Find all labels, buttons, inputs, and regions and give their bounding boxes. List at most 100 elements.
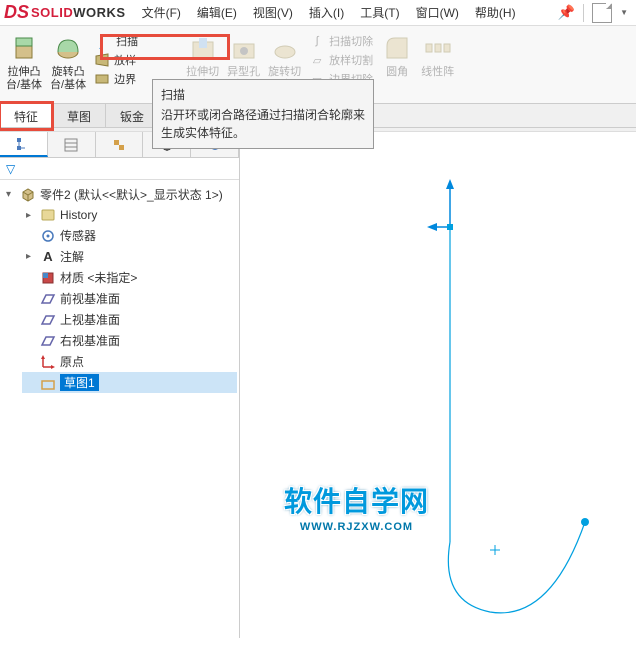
panel-tab-config[interactable] bbox=[96, 132, 144, 157]
boundary-icon bbox=[94, 71, 110, 87]
origin-triad bbox=[427, 179, 454, 231]
tree-front-plane[interactable]: ▸ 前视基准面 bbox=[22, 288, 237, 309]
history-label: History bbox=[60, 208, 97, 222]
toggle-icon[interactable]: ▸ bbox=[26, 210, 36, 221]
logo-works: WORKS bbox=[73, 5, 125, 20]
main-area: ▽ ▾ 零件2 (默认<<默认>_显示状态 1>) ▸ History bbox=[0, 132, 636, 638]
cut-loft-label: 放样切割 bbox=[329, 52, 373, 68]
origin-icon bbox=[40, 354, 56, 370]
feature-tree-panel: ▽ ▾ 零件2 (默认<<默认>_显示状态 1>) ▸ History bbox=[0, 132, 240, 638]
app-logo: DS SOLIDWORKS bbox=[4, 2, 126, 23]
menu-file[interactable]: 文件(F) bbox=[136, 1, 187, 24]
tree-origin[interactable]: ▸ 原点 bbox=[22, 351, 237, 372]
history-icon bbox=[40, 207, 56, 223]
hole-icon bbox=[228, 32, 260, 64]
menu-view[interactable]: 视图(V) bbox=[247, 1, 299, 24]
material-label: 材质 <未指定> bbox=[60, 269, 137, 286]
feature-tree: ▾ 零件2 (默认<<默认>_显示状态 1>) ▸ History ▸ bbox=[0, 180, 239, 638]
cut-sweep-button[interactable]: ∫ 扫描切除 bbox=[305, 32, 377, 50]
menubar-right: 📌 ▼ bbox=[558, 3, 632, 23]
watermark: 软件自学网 WWW.RJZXW.COM bbox=[284, 480, 429, 533]
tree-sketch1[interactable]: ▸ 草图1 bbox=[22, 372, 237, 393]
logo-solid: SOLID bbox=[31, 5, 73, 20]
revolve-cut-icon bbox=[269, 32, 301, 64]
linear-pattern-button[interactable]: 线性阵 bbox=[417, 30, 458, 103]
boundary-label: 边界 bbox=[114, 71, 136, 87]
material-icon bbox=[40, 270, 56, 286]
origin-label: 原点 bbox=[60, 353, 84, 370]
annotations-icon: A bbox=[40, 249, 56, 265]
tree-right-plane[interactable]: ▸ 右视基准面 bbox=[22, 330, 237, 351]
watermark-url: WWW.RJZXW.COM bbox=[284, 521, 429, 533]
linear-pattern-icon bbox=[422, 32, 454, 64]
sweep-tooltip: 扫描 沿开环或闭合路径通过扫描闭合轮廓来生成实体特征。 bbox=[152, 79, 374, 149]
extrude-cut-icon bbox=[187, 32, 219, 64]
menu-edit[interactable]: 编辑(E) bbox=[191, 1, 243, 24]
revolve-icon bbox=[52, 32, 84, 64]
front-plane-label: 前视基准面 bbox=[60, 290, 120, 307]
tab-sketch[interactable]: 草图 bbox=[53, 104, 106, 127]
loft-label: 放样 bbox=[114, 52, 136, 68]
tree-material[interactable]: ▸ 材质 <未指定> bbox=[22, 267, 237, 288]
menu-tools[interactable]: 工具(T) bbox=[354, 1, 405, 24]
pin-icon[interactable]: 📌 bbox=[558, 4, 575, 21]
cut-sweep-icon: ∫ bbox=[309, 33, 325, 49]
plane-icon bbox=[40, 333, 56, 349]
sweep-label: 扫描 bbox=[116, 33, 138, 49]
tree-sensors[interactable]: ▸ 传感器 bbox=[22, 225, 237, 246]
panel-tab-tree[interactable] bbox=[0, 132, 48, 157]
extrude-label: 拉伸凸 台/基体 bbox=[6, 66, 42, 92]
sketch1-label: 草图1 bbox=[60, 374, 99, 391]
fillet-icon bbox=[381, 32, 413, 64]
dropdown-arrow-icon[interactable]: ▼ bbox=[620, 8, 628, 17]
sweep-button[interactable]: ∫ 扫描 bbox=[90, 32, 142, 50]
tree-history[interactable]: ▸ History bbox=[22, 205, 237, 225]
loft-icon bbox=[94, 52, 110, 68]
sensors-icon bbox=[40, 228, 56, 244]
menu-insert[interactable]: 插入(I) bbox=[303, 1, 350, 24]
loft-button[interactable]: 放样 bbox=[90, 51, 142, 69]
panel-tab-property[interactable] bbox=[48, 132, 96, 157]
menu-window[interactable]: 窗口(W) bbox=[410, 1, 465, 24]
fillet-button[interactable]: 圆角 bbox=[377, 30, 417, 103]
boundary-button[interactable]: 边界 bbox=[90, 70, 142, 88]
annotations-label: 注解 bbox=[60, 248, 84, 265]
tree-top-plane[interactable]: ▸ 上视基准面 bbox=[22, 309, 237, 330]
cut-sweep-label: 扫描切除 bbox=[329, 33, 373, 49]
plane-icon bbox=[40, 312, 56, 328]
menu-help[interactable]: 帮助(H) bbox=[469, 1, 522, 24]
sketch-geometry bbox=[240, 132, 636, 638]
right-plane-label: 右视基准面 bbox=[60, 332, 120, 349]
tab-feature[interactable]: 特征 bbox=[0, 104, 53, 127]
watermark-cn: 软件自学网 bbox=[284, 480, 429, 520]
menubar: DS SOLIDWORKS 文件(F) 编辑(E) 视图(V) 插入(I) 工具… bbox=[0, 0, 636, 26]
new-document-icon[interactable] bbox=[592, 3, 612, 23]
sweep-icon: ∫ bbox=[94, 33, 110, 49]
revolve-label: 旋转凸 台/基体 bbox=[50, 66, 86, 92]
ribbon-toolbar: 拉伸凸 台/基体 旋转凸 台/基体 ∫ 扫描 放样 边界 拉伸 bbox=[0, 26, 636, 104]
logo-ds-icon: DS bbox=[4, 2, 29, 23]
sensors-label: 传感器 bbox=[60, 227, 96, 244]
menu-items: 文件(F) 编辑(E) 视图(V) 插入(I) 工具(T) 窗口(W) 帮助(H… bbox=[136, 1, 522, 24]
tree-root[interactable]: ▾ 零件2 (默认<<默认>_显示状态 1>) bbox=[2, 184, 237, 205]
plane-icon bbox=[40, 291, 56, 307]
tooltip-description: 沿开环或闭合路径通过扫描闭合轮廓来生成实体特征。 bbox=[161, 106, 365, 142]
linear-pattern-label: 线性阵 bbox=[421, 66, 454, 79]
tree-toggle-icon[interactable]: ▾ bbox=[6, 189, 16, 200]
filter-row: ▽ bbox=[0, 158, 239, 180]
tooltip-title: 扫描 bbox=[161, 86, 365, 104]
toggle-icon[interactable]: ▸ bbox=[26, 251, 36, 262]
cut-loft-button[interactable]: ▱ 放样切割 bbox=[305, 51, 377, 69]
cut-loft-icon: ▱ bbox=[309, 52, 325, 68]
funnel-icon[interactable]: ▽ bbox=[6, 162, 15, 176]
extrude-icon bbox=[8, 32, 40, 64]
graphics-viewport[interactable]: 软件自学网 WWW.RJZXW.COM bbox=[240, 132, 636, 638]
tree-children: ▸ History ▸ 传感器 ▸ A 注解 bbox=[22, 205, 237, 393]
extrude-boss-button[interactable]: 拉伸凸 台/基体 bbox=[2, 30, 46, 103]
tree-root-label: 零件2 (默认<<默认>_显示状态 1>) bbox=[40, 186, 223, 203]
fillet-label: 圆角 bbox=[386, 66, 408, 79]
tree-annotations[interactable]: ▸ A 注解 bbox=[22, 246, 237, 267]
top-plane-label: 上视基准面 bbox=[60, 311, 120, 328]
sketch-icon bbox=[40, 375, 56, 391]
revolve-boss-button[interactable]: 旋转凸 台/基体 bbox=[46, 30, 90, 103]
